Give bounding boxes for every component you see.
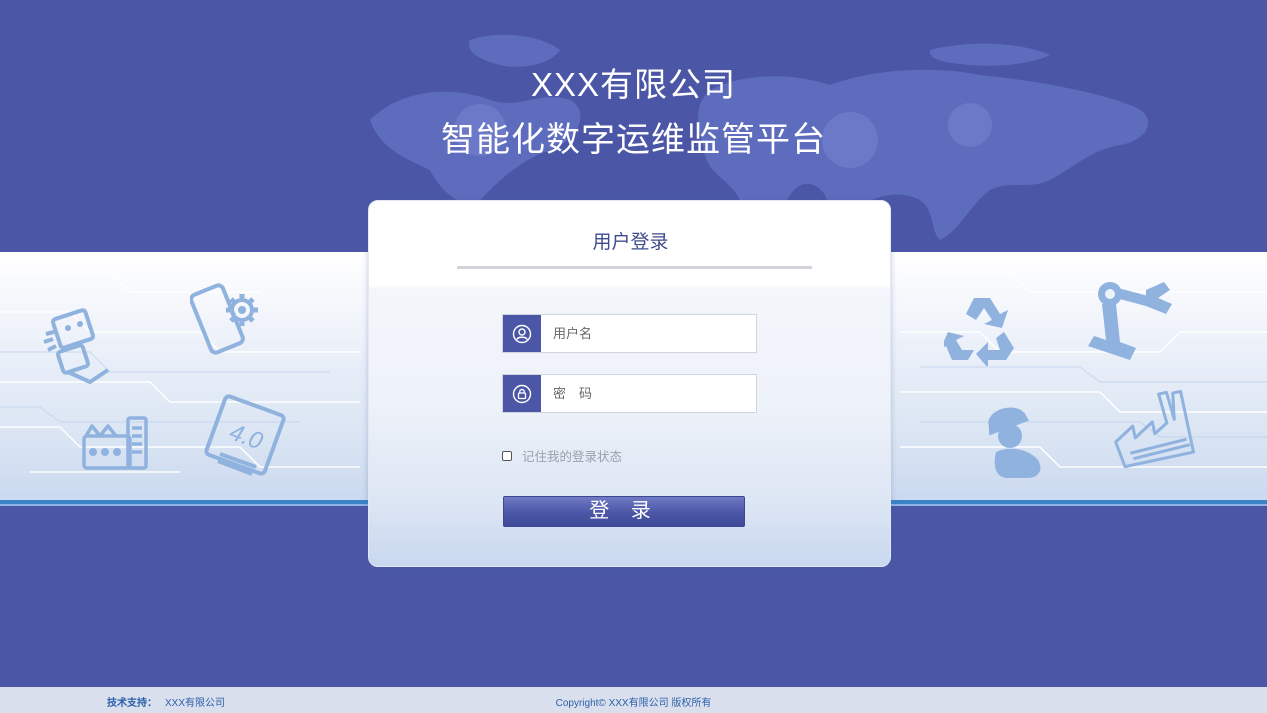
industry-4-icon: 4.0: [204, 394, 286, 476]
username-field: [502, 314, 757, 353]
login-button[interactable]: 登 录: [503, 496, 745, 527]
password-input[interactable]: [541, 375, 756, 412]
login-title: 用户登录: [592, 232, 669, 253]
password-field: [502, 374, 757, 413]
robot-icon: [43, 308, 110, 384]
robot-arm-icon: [1088, 282, 1172, 360]
background: XXX有限公司 智能化数字运维监管平台 4.0 用户登录 用户名 记住我的登录状…: [0, 0, 1267, 687]
remember-checkbox[interactable]: [502, 450, 512, 461]
machine-icon: [82, 416, 148, 470]
remember-me[interactable]: 记住我的登录状态: [502, 446, 622, 465]
platform-title: 智能化数字运维监管平台: [441, 121, 826, 159]
factory-icon: [1114, 390, 1195, 469]
recycle-icon: [944, 298, 1014, 366]
username-input[interactable]: [541, 315, 756, 352]
worker-icon: [988, 407, 1041, 478]
user-icon: [503, 315, 541, 352]
copyright-text: Copyright© XXX有限公司 版权所有: [555, 698, 712, 709]
tablet-gear-icon: [190, 283, 258, 355]
footer: 技术支持： XXX有限公司 Copyright© XXX有限公司 版权所有: [0, 687, 1267, 713]
lock-icon: [503, 375, 541, 412]
svg-text:4.0: 4.0: [226, 419, 267, 456]
title-divider: [457, 266, 812, 269]
company-title: XXX有限公司: [530, 66, 737, 103]
login-card: 用户登录 记住我的登: [368, 200, 891, 567]
remember-label: 记住我的登录状态: [522, 450, 623, 464]
